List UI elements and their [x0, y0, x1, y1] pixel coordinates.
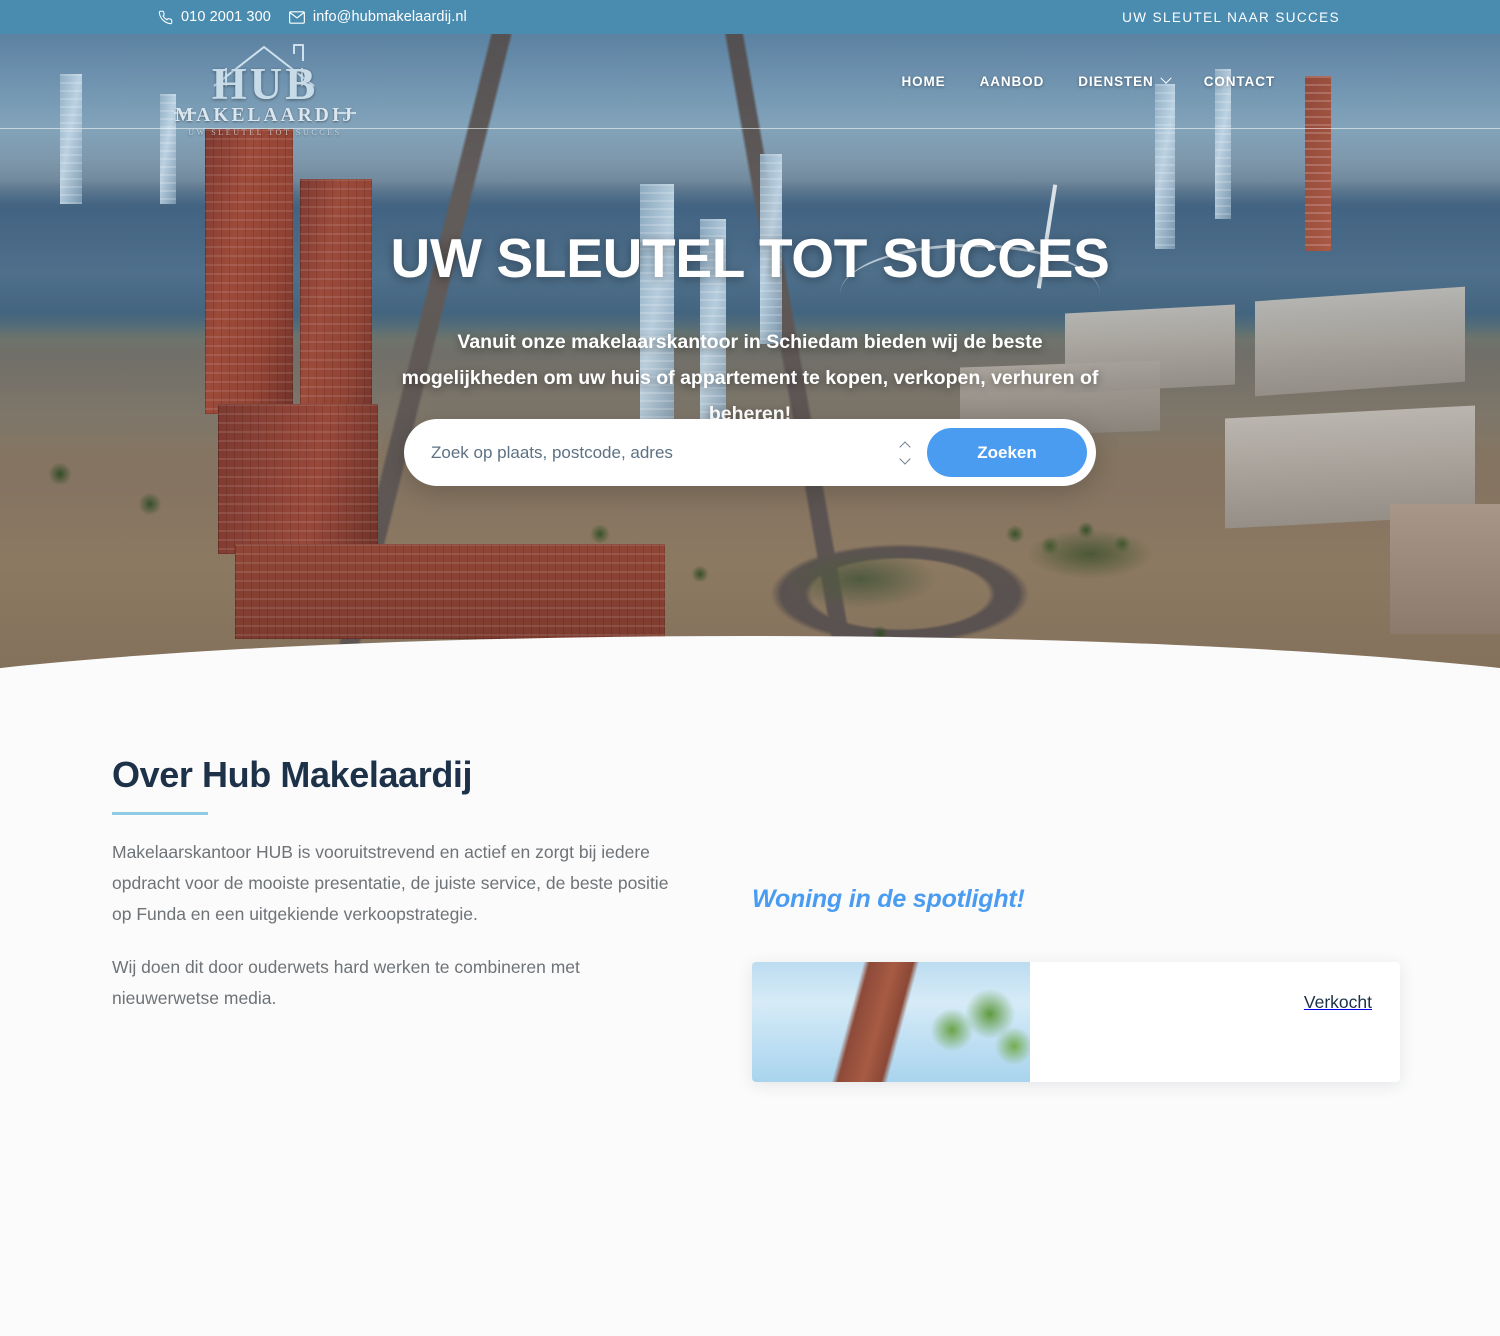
logo-wordmark: HUB [211, 59, 319, 109]
city-block [1255, 286, 1465, 397]
hero-search-bar: Zoeken [404, 419, 1096, 486]
property-card[interactable]: Verkocht [752, 962, 1400, 1082]
spotlight-section: Woning in de spotlight! [752, 885, 1402, 914]
topbar-tagline: UW SLEUTEL NAAR SUCCES [1122, 9, 1340, 25]
site-logo[interactable]: HUB MAKELAARDIJ UW SLEUTEL TOT SUCCES [170, 40, 360, 137]
about-paragraph-2: Wij doen dit door ouderwets hard werken … [112, 956, 580, 1008]
logo-tagline: UW SLEUTEL TOT SUCCES [188, 128, 342, 137]
spotlight-heading: Woning in de spotlight! [752, 885, 1025, 913]
top-utility-bar: 010 2001 300 info@hubmakelaardij.nl UW S… [0, 0, 1500, 34]
site-header: HUB MAKELAARDIJ UW SLEUTEL TOT SUCCES HO… [0, 34, 1500, 137]
nav-label: HOME [901, 73, 946, 89]
envelope-icon [289, 10, 305, 24]
about-paragraph-1: Makelaarskantoor HUB is vooruitstrevend … [112, 841, 669, 924]
email-link[interactable]: info@hubmakelaardij.nl [289, 9, 467, 25]
nav-item-diensten[interactable]: DIENSTEN [1061, 72, 1186, 89]
brick-building [235, 544, 665, 639]
brick-tower [300, 179, 372, 439]
up-down-chevron-icon[interactable] [891, 433, 919, 473]
chevron-down [899, 452, 911, 465]
main-content: Over Hub Makelaardij Makelaarskantoor HU… [0, 700, 1500, 1082]
search-button[interactable]: Zoeken [927, 428, 1087, 477]
hero-title: UW SLEUTEL TOT SUCCES [390, 227, 1110, 289]
account-button[interactable] [1306, 68, 1340, 94]
nav-label: DIENSTEN [1078, 73, 1154, 89]
property-card-body: Verkocht [1030, 962, 1400, 1082]
phone-icon [158, 10, 173, 25]
logo-subtitle: MAKELAARDIJ [174, 105, 356, 126]
heading-underline [112, 811, 208, 815]
city-block [1390, 504, 1500, 634]
nav-label: CONTACT [1203, 73, 1275, 89]
hero-subtitle: Vanuit onze makelaarskantoor in Schiedam… [401, 331, 1099, 425]
email-address: info@hubmakelaardij.nl [312, 9, 467, 25]
main-navigation: HOME AANBOD DIENSTEN CONTACT [884, 34, 1340, 128]
chevron-down-icon [1160, 72, 1172, 84]
phone-number: 010 2001 300 [181, 9, 271, 25]
chevron-up [899, 440, 911, 453]
about-section: Over Hub Makelaardij Makelaarskantoor HU… [112, 755, 672, 1014]
search-input[interactable] [404, 419, 891, 486]
phone-link[interactable]: 010 2001 300 [158, 9, 271, 25]
topbar-contact-group: 010 2001 300 info@hubmakelaardij.nl [158, 9, 467, 25]
nav-label: AANBOD [979, 73, 1045, 89]
property-photo [752, 962, 1030, 1082]
property-status-badge: Verkocht [1303, 992, 1372, 1012]
brick-building [218, 404, 378, 554]
nav-item-home[interactable]: HOME [884, 74, 962, 89]
nav-item-contact[interactable]: CONTACT [1187, 74, 1292, 89]
nav-item-aanbod[interactable]: AANBOD [963, 74, 1062, 89]
about-heading: Over Hub Makelaardij [112, 754, 473, 795]
